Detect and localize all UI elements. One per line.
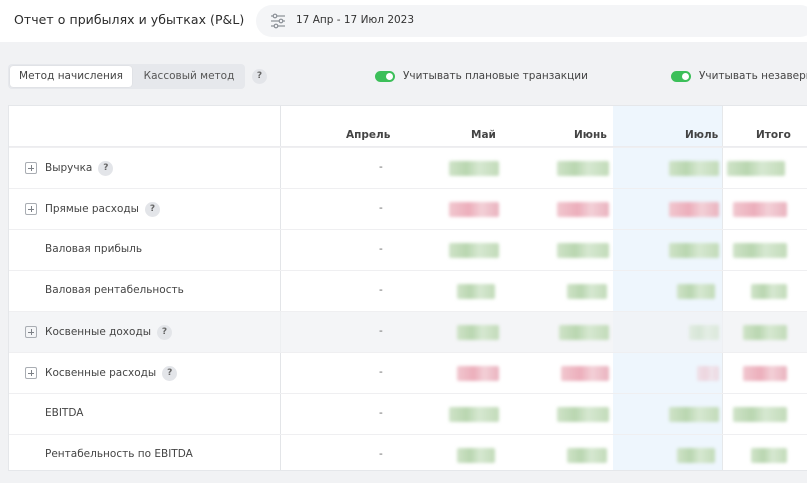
masked-value-may bbox=[449, 161, 499, 176]
masked-value-may bbox=[457, 448, 495, 463]
masked-value-june bbox=[557, 161, 609, 176]
masked-value-june bbox=[561, 366, 609, 381]
pl-table: Апрель Май Июнь Июль Итого Выручка? - Пр… bbox=[8, 105, 807, 471]
masked-value-total bbox=[733, 243, 787, 258]
cell-april: - bbox=[379, 448, 383, 460]
masked-value-june bbox=[567, 284, 607, 299]
masked-value-may bbox=[449, 407, 499, 422]
row-label: Валовая прибыль bbox=[45, 243, 143, 255]
column-header-june[interactable]: Июнь bbox=[574, 129, 607, 141]
masked-value-july bbox=[669, 243, 719, 258]
masked-value-july bbox=[669, 202, 719, 217]
table-row-revenue[interactable]: Выручка? - bbox=[9, 147, 807, 188]
column-header-july[interactable]: Июль bbox=[685, 129, 718, 141]
date-range-text: 17 Апр - 17 Июл 2023 bbox=[296, 14, 415, 26]
top-bar: Отчет о прибылях и убытках (P&L) 17 Апр … bbox=[0, 0, 807, 42]
masked-value-total bbox=[733, 407, 787, 422]
masked-value-total bbox=[751, 448, 787, 463]
table-row-ebitda-margin[interactable]: Рентабельность по EBITDA - bbox=[9, 434, 807, 470]
table-row-gross-profit[interactable]: Валовая прибыль - bbox=[9, 229, 807, 270]
row-label: Выручка? bbox=[45, 161, 114, 176]
accrual-method-button[interactable]: Метод начисления bbox=[10, 66, 132, 87]
cell-april: - bbox=[379, 407, 383, 419]
help-icon[interactable]: ? bbox=[98, 161, 114, 176]
page-title: Отчет о прибылях и убытках (P&L) bbox=[14, 12, 245, 27]
help-icon[interactable]: ? bbox=[144, 202, 160, 217]
cell-april: - bbox=[379, 243, 383, 255]
table-row-direct-expenses[interactable]: Прямые расходы? - bbox=[9, 188, 807, 229]
masked-value-total bbox=[733, 202, 787, 217]
masked-value-total bbox=[727, 161, 785, 176]
column-header-april[interactable]: Апрель bbox=[346, 129, 390, 141]
masked-value-june bbox=[557, 407, 609, 422]
date-range-picker[interactable]: 17 Апр - 17 Июл 2023 bbox=[256, 5, 807, 37]
row-label: Косвенные расходы? bbox=[45, 366, 178, 381]
cell-april: - bbox=[379, 202, 383, 214]
masked-value-july bbox=[669, 407, 719, 422]
row-label: Косвенные доходы? bbox=[45, 325, 172, 340]
table-row-indirect-income[interactable]: Косвенные доходы? - bbox=[9, 311, 807, 352]
masked-value-july bbox=[677, 284, 715, 299]
masked-value-total bbox=[751, 284, 787, 299]
masked-value-total bbox=[743, 325, 787, 340]
masked-value-july bbox=[677, 448, 715, 463]
cell-april: - bbox=[379, 366, 383, 378]
cell-april: - bbox=[379, 325, 383, 337]
cash-method-button[interactable]: Кассовый метод bbox=[136, 66, 242, 87]
expand-icon[interactable] bbox=[25, 203, 37, 215]
expand-icon[interactable] bbox=[25, 367, 37, 379]
masked-value-may bbox=[449, 202, 499, 217]
unfinished-transactions-label: Учитывать незаверш bbox=[699, 70, 807, 82]
table-row-indirect-expenses[interactable]: Косвенные расходы? - bbox=[9, 352, 807, 393]
masked-value-may bbox=[457, 366, 499, 381]
masked-value-may bbox=[457, 284, 495, 299]
accounting-method-toggle: Метод начисления Кассовый метод bbox=[8, 64, 245, 89]
row-label: EBITDA bbox=[45, 407, 84, 419]
column-header-total[interactable]: Итого bbox=[756, 129, 791, 141]
masked-value-total bbox=[743, 366, 787, 381]
unfinished-transactions-switch[interactable] bbox=[671, 71, 691, 82]
filter-sliders-icon[interactable] bbox=[270, 13, 286, 29]
masked-value-may bbox=[449, 243, 499, 258]
table-row-gross-margin[interactable]: Валовая рентабельность - bbox=[9, 270, 807, 311]
masked-value-june bbox=[557, 243, 609, 258]
masked-value-may bbox=[457, 325, 499, 340]
row-label: Валовая рентабельность bbox=[45, 284, 184, 296]
masked-value-june bbox=[557, 202, 609, 217]
cell-april: - bbox=[379, 161, 383, 173]
planned-transactions-label: Учитывать плановые транзакции bbox=[403, 70, 588, 82]
column-header-may[interactable]: Май bbox=[471, 129, 496, 141]
masked-value-july bbox=[689, 325, 719, 340]
masked-value-june bbox=[567, 448, 607, 463]
help-icon[interactable]: ? bbox=[162, 366, 178, 381]
masked-value-july bbox=[697, 366, 719, 381]
table-row-ebitda[interactable]: EBITDA - bbox=[9, 393, 807, 434]
masked-value-july bbox=[669, 161, 719, 176]
row-label: Прямые расходы? bbox=[45, 202, 160, 217]
cell-april: - bbox=[379, 284, 383, 296]
expand-icon[interactable] bbox=[25, 326, 37, 338]
method-help-icon[interactable]: ? bbox=[252, 69, 267, 84]
row-label: Рентабельность по EBITDA bbox=[45, 448, 193, 460]
masked-value-june bbox=[559, 325, 609, 340]
expand-icon[interactable] bbox=[25, 162, 37, 174]
help-icon[interactable]: ? bbox=[157, 325, 172, 340]
planned-transactions-switch[interactable] bbox=[375, 71, 395, 82]
